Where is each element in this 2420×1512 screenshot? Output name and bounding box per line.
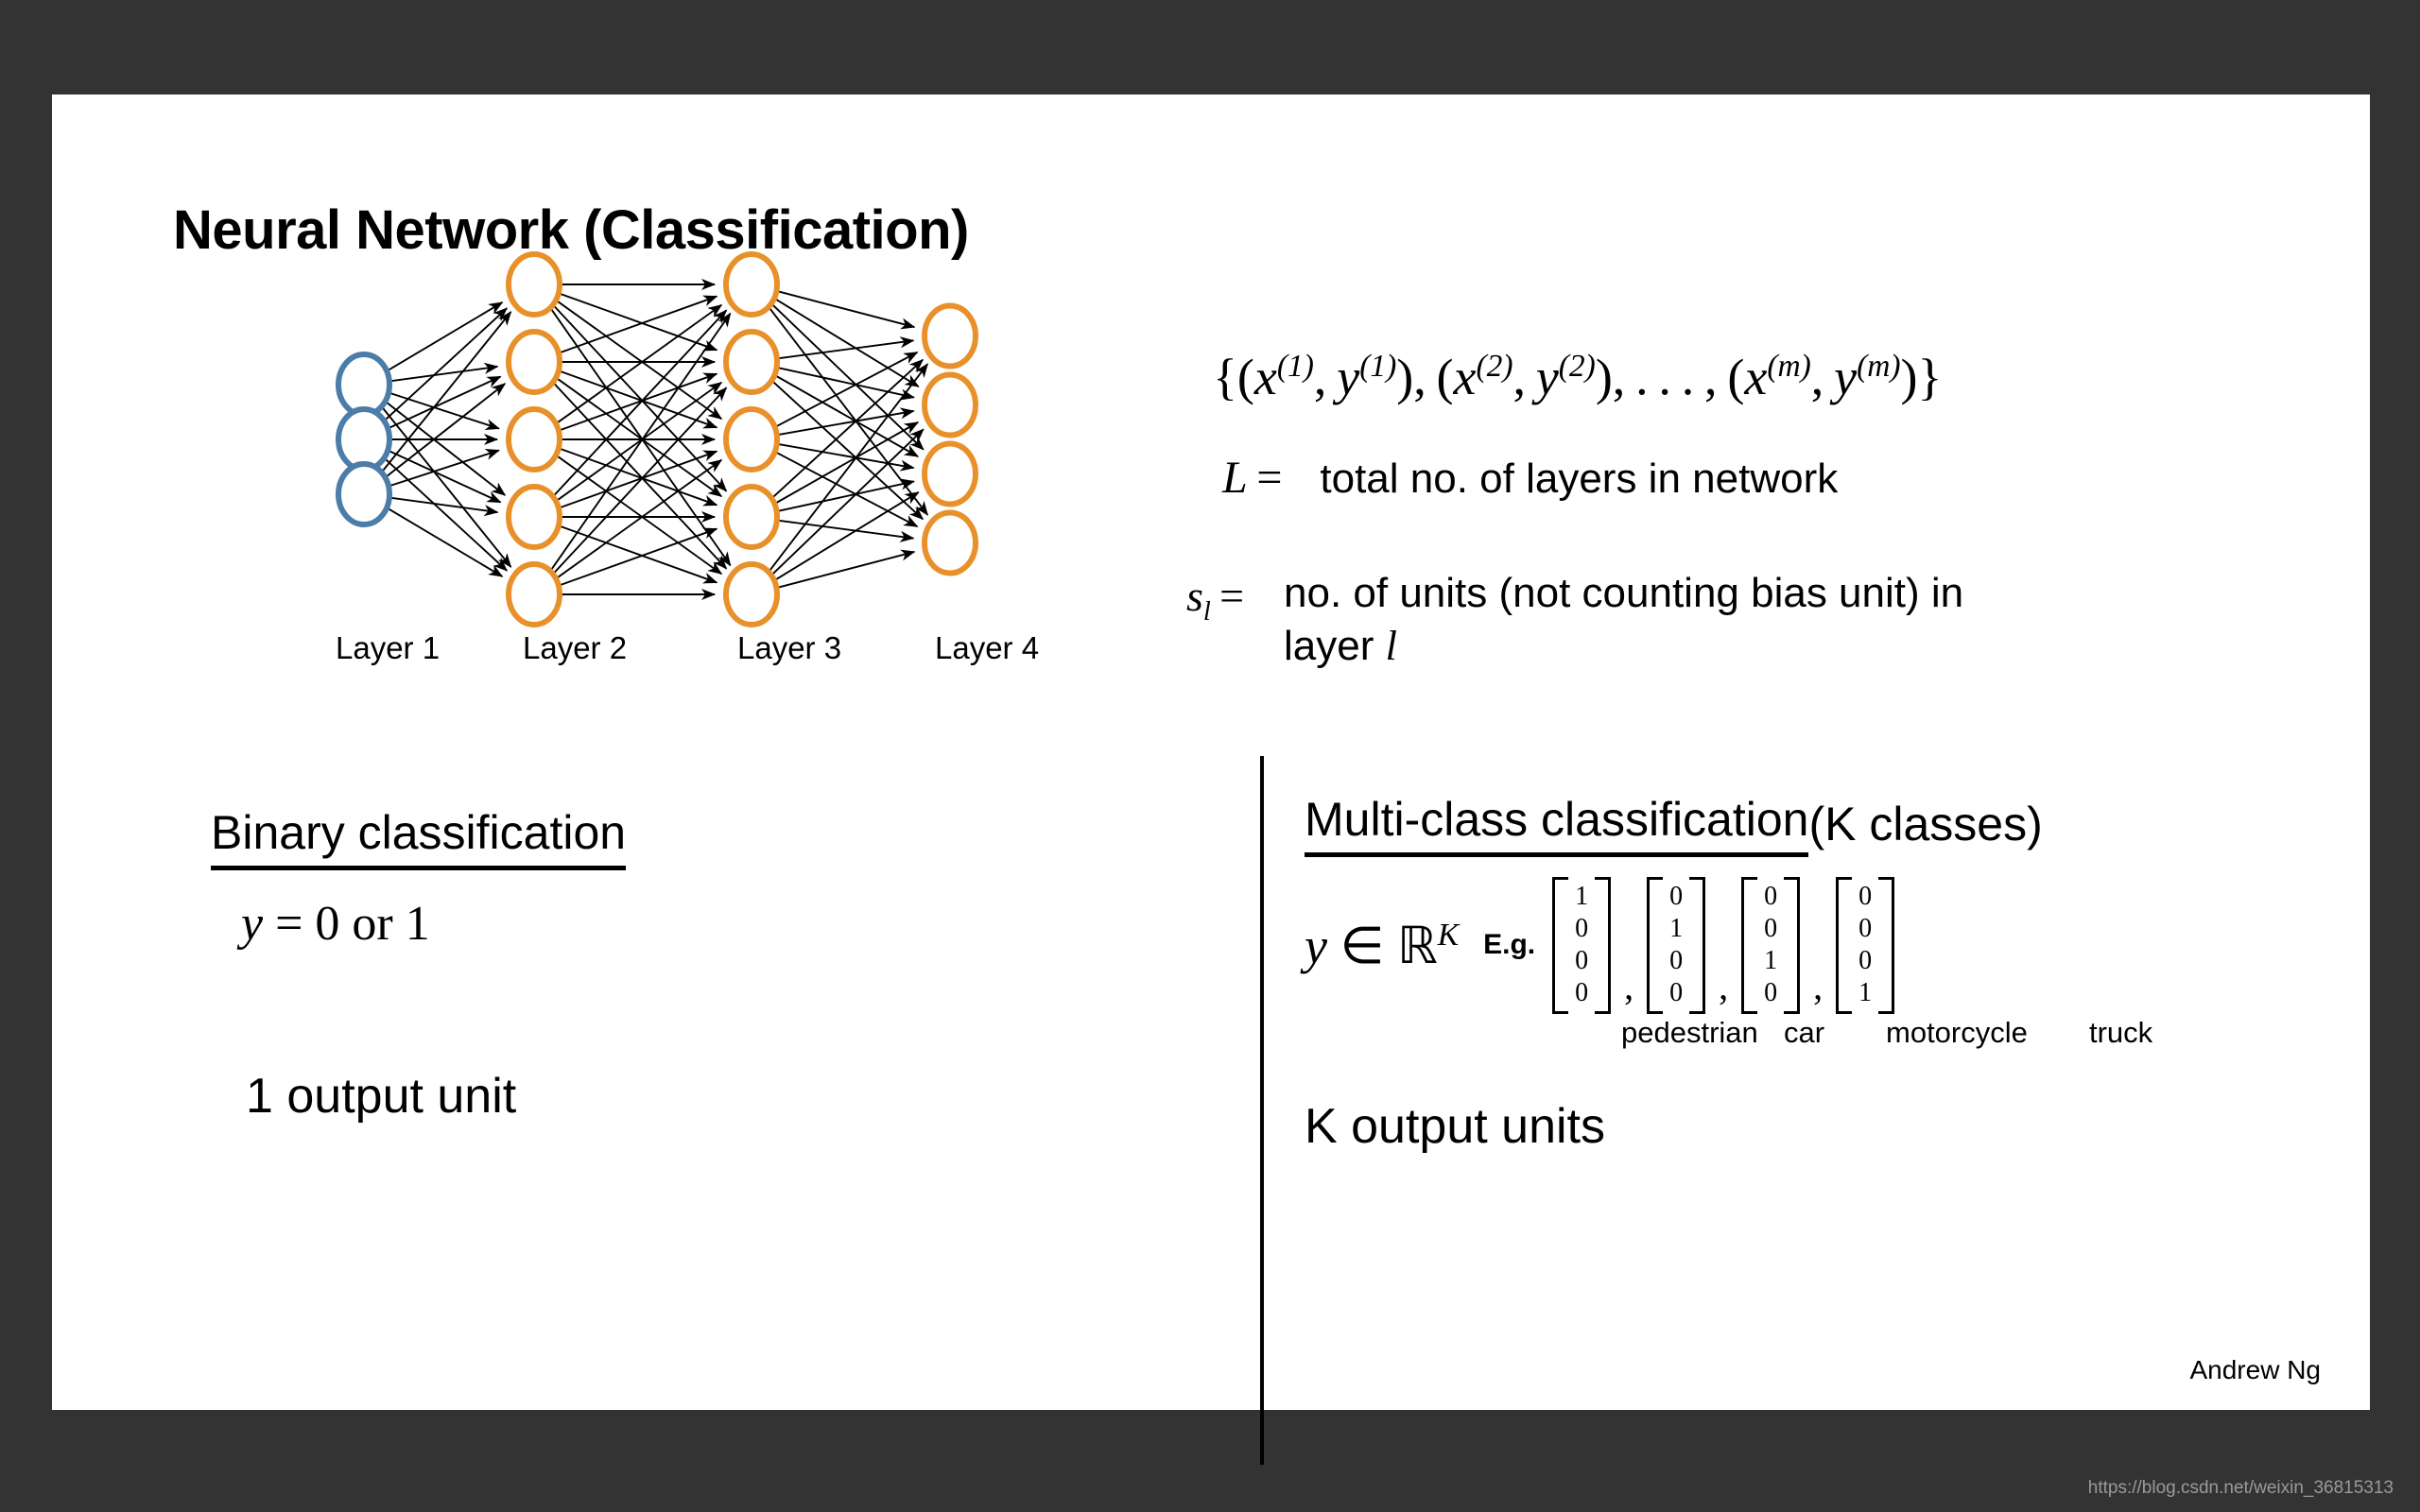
- layer-label-1: Layer 1: [336, 630, 441, 665]
- one-hot-vector-car: 0 1 0 0: [1647, 877, 1706, 1014]
- network-edge: [389, 496, 499, 517]
- network-edge: [382, 455, 509, 572]
- vector-values: 0 0 0 1: [1858, 882, 1873, 1008]
- network-edge: [554, 303, 723, 425]
- layer-label-2: Layer 2: [523, 630, 628, 665]
- definition-L-text: total no. of layers in network: [1320, 455, 1839, 502]
- binary-output-units: 1 output unit: [246, 1069, 517, 1124]
- network-edge: [385, 301, 504, 373]
- one-hot-vector-motorcycle: 0 0 1 0: [1741, 877, 1801, 1014]
- bracket-right: [1878, 877, 1895, 1014]
- vector-values: 0 1 0 0: [1669, 882, 1684, 1008]
- multiclass-classification-heading: Multi-class classification (K classes): [1305, 792, 2043, 857]
- multiclass-vector-row: y ∈ ℝK E.g. 1 0 0 0 , 0 1 0 0 , 0 0 1 0 …: [1305, 877, 1898, 1014]
- screenshot-root: Neural Network (Classification) Layer 1 …: [0, 0, 2420, 1512]
- network-edge: [554, 381, 723, 503]
- network-svg: [336, 251, 978, 627]
- vector-values: 0 0 1 0: [1764, 882, 1778, 1008]
- network-edge: [775, 289, 916, 330]
- network-node-layer-3-unit-1: [723, 251, 780, 318]
- network-edge: [558, 292, 718, 352]
- network-edge: [388, 449, 500, 488]
- definition-s-text: no. of units (not counting bias unit) in…: [1284, 567, 1963, 674]
- network-node-layer-3-unit-3: [723, 406, 780, 472]
- network-edge: [385, 506, 504, 577]
- network-node-layer-4-unit-4: [922, 509, 978, 576]
- bracket-right: [1784, 877, 1801, 1014]
- network-node-layer-1-unit-3: [336, 461, 392, 527]
- y-in-R-K: y ∈ ℝK: [1305, 917, 1460, 974]
- network-edge: [382, 307, 509, 423]
- layer-label-3: Layer 3: [737, 630, 842, 665]
- layer-label-4: Layer 4: [935, 630, 1040, 665]
- network-node-layer-3-unit-5: [723, 561, 780, 627]
- definition-s-sub-l: sl = no. of units (not counting bias uni…: [1186, 567, 1963, 674]
- multiclass-output-units: K output units: [1305, 1099, 1605, 1154]
- vector-separator-3: ,: [1813, 964, 1824, 1007]
- bracket-right: [1689, 877, 1706, 1014]
- binary-equation: y = 0 or 1: [241, 897, 430, 951]
- network-node-layer-2-unit-3: [506, 406, 562, 472]
- definition-L: L = total no. of layers in network: [1222, 452, 1838, 504]
- network-node-layer-4-unit-3: [922, 440, 978, 507]
- class-label-motorcycle: motorcycle: [1886, 1016, 2028, 1049]
- author-signature: Andrew Ng: [2189, 1355, 2321, 1384]
- class-label-truck: truck: [2089, 1016, 2153, 1049]
- bracket-right: [1595, 877, 1612, 1014]
- definition-s-line2: layer l: [1284, 623, 1397, 670]
- column-divider: [1260, 756, 1264, 1465]
- vector-separator-1: ,: [1624, 964, 1634, 1007]
- multiclass-heading-plain: (K classes): [1808, 798, 2043, 850]
- vector-separator-2: ,: [1719, 964, 1729, 1007]
- symbol-s-sub-l: sl =: [1186, 572, 1245, 627]
- bracket-left: [1647, 877, 1664, 1014]
- definition-s-line1: no. of units (not counting bias unit) in: [1284, 570, 1964, 616]
- network-edge: [554, 458, 723, 580]
- source-watermark: https://blog.csdn.net/weixin_36815313: [2087, 1478, 2394, 1498]
- network-edge: [388, 391, 500, 430]
- multiclass-heading-underlined: Multi-class classification: [1305, 792, 1809, 857]
- network-node-layer-4-unit-2: [922, 371, 978, 438]
- class-label-pedestrian: pedestrian: [1621, 1016, 1758, 1049]
- bracket-left: [1741, 877, 1758, 1014]
- network-node-layer-2-unit-1: [506, 251, 562, 318]
- network-node-layer-3-unit-2: [723, 329, 780, 395]
- vector-values: 1 0 0 0: [1575, 882, 1589, 1008]
- bracket-left: [1552, 877, 1569, 1014]
- symbol-l: l: [1385, 623, 1397, 670]
- bracket-left: [1836, 877, 1853, 1014]
- example-label: E.g.: [1483, 929, 1536, 961]
- network-edge: [775, 549, 916, 590]
- network-edge: [558, 527, 718, 587]
- network-node-layer-2-unit-2: [506, 329, 562, 395]
- slide-canvas: Neural Network (Classification) Layer 1 …: [52, 94, 2370, 1465]
- network-node-layer-4-unit-1: [922, 302, 978, 369]
- network-edge: [554, 454, 723, 576]
- dataset-notation: {(x(1), y(1)), (x(2), y(2)), . . . , (x(…: [1213, 349, 1943, 405]
- one-hot-vector-truck: 0 0 0 1: [1836, 877, 1895, 1014]
- class-label-car: car: [1784, 1016, 1825, 1049]
- network-edge: [766, 363, 929, 576]
- network-node-layer-3-unit-4: [723, 484, 780, 550]
- binary-classification-heading: Binary classification: [211, 805, 627, 870]
- network-edges: [379, 278, 929, 601]
- class-label-row: pedestrian car motorcycle truck: [1621, 1016, 2152, 1050]
- neural-network-diagram: [307, 250, 1101, 628]
- network-node-layer-1-unit-1: [336, 352, 392, 418]
- symbol-L: L =: [1222, 453, 1283, 503]
- network-node-layer-1-unit-2: [336, 406, 392, 472]
- layer-label-row: Layer 1 Layer 2 Layer 3 Layer 4: [336, 630, 1111, 674]
- network-node-layer-2-unit-5: [506, 561, 562, 627]
- network-node-layer-2-unit-4: [506, 484, 562, 550]
- one-hot-vector-pedestrian: 1 0 0 0: [1552, 877, 1612, 1014]
- network-edge: [389, 362, 499, 383]
